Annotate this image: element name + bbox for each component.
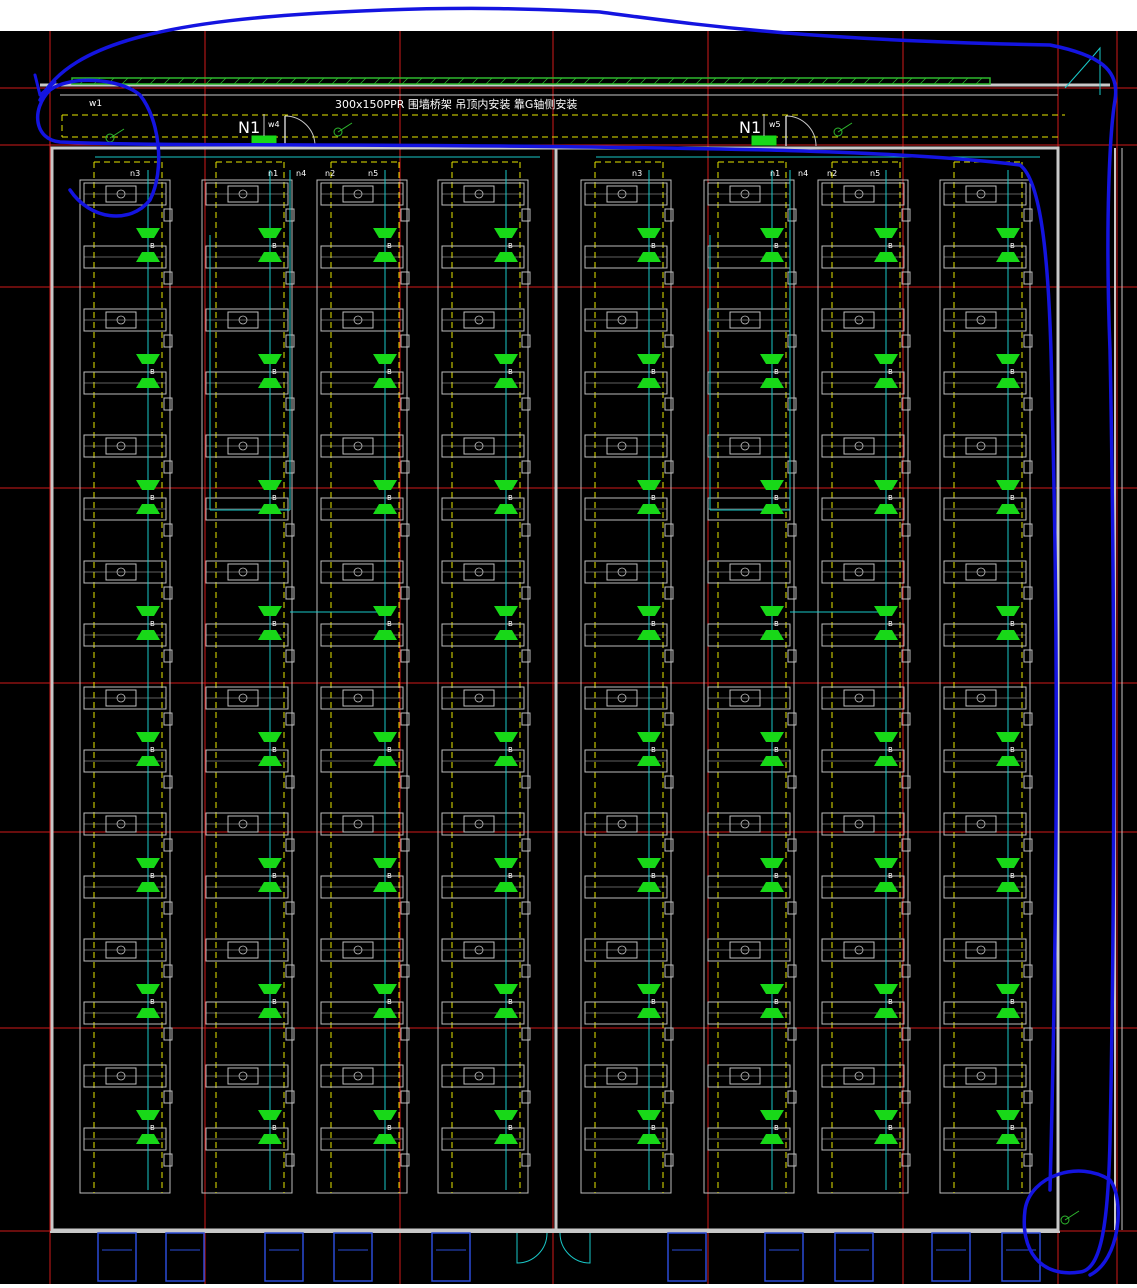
fixture-letter-label: B <box>651 242 656 250</box>
tag-w4: w4 <box>268 120 280 129</box>
cad-drawing-viewport[interactable]: B B B B B B B B B B B B B B B B B B B B B B B B B B B B B B B B B B B B B B B B… <box>0 0 1137 1284</box>
fixture-letter-label: B <box>774 872 779 880</box>
row-tag-west: n1 <box>268 169 278 178</box>
row-tag-east: n4 <box>798 169 808 178</box>
fixture-letter-label: B <box>1010 746 1015 754</box>
fixture-letter-label: B <box>774 494 779 502</box>
row-tag-west: n2 <box>325 169 335 178</box>
fixture-letter-label: B <box>651 494 656 502</box>
fixture-letter-label: B <box>150 620 155 628</box>
fixture-letter-label: B <box>387 1124 392 1132</box>
fixture-letter-label: B <box>774 620 779 628</box>
fixture-letter-label: B <box>1010 368 1015 376</box>
fixture-letter-label: B <box>272 746 277 754</box>
fixture-letter-label: B <box>651 620 656 628</box>
fixture-letter-label: B <box>1010 242 1015 250</box>
fixture-letter-label: B <box>387 620 392 628</box>
fixture-letter-label: B <box>651 368 656 376</box>
fixture-letter-label: B <box>508 746 513 754</box>
fixture-letter-label: B <box>774 746 779 754</box>
fixture-letter-label: B <box>272 242 277 250</box>
fixture-letter-label: B <box>888 872 893 880</box>
fixture-letter-label: B <box>150 872 155 880</box>
fixture-letter-label: B <box>774 368 779 376</box>
row-tag-east: n2 <box>827 169 837 178</box>
fixture-letter-label: B <box>508 620 513 628</box>
tag-w5: w5 <box>769 120 781 129</box>
fixture-letter-label: B <box>651 998 656 1006</box>
fixture-letter-label: B <box>387 998 392 1006</box>
fixture-letter-label: B <box>387 494 392 502</box>
fixture-letter-label: B <box>508 494 513 502</box>
fixture-letter-label: B <box>150 494 155 502</box>
model-space-background <box>0 31 1137 1284</box>
row-tag-west: n5 <box>368 169 378 178</box>
fixture-letter-label: B <box>272 620 277 628</box>
panel-symbol <box>751 135 777 146</box>
fixture-letter-label: B <box>508 998 513 1006</box>
fixture-letter-label: B <box>150 1124 155 1132</box>
fixture-letter-label: B <box>150 242 155 250</box>
fixture-letter-label: B <box>508 368 513 376</box>
row-tag-east: n5 <box>870 169 880 178</box>
fixture-letter-label: B <box>272 494 277 502</box>
top-page-margin <box>0 0 1137 31</box>
fixture-letter-label: B <box>651 1124 656 1132</box>
fixture-letter-label: B <box>272 998 277 1006</box>
row-tag-west: n3 <box>130 169 140 178</box>
fixture-letter-label: B <box>272 368 277 376</box>
fixture-letter-label: B <box>888 746 893 754</box>
fixture-letter-label: B <box>1010 998 1015 1006</box>
floor-plan-canvas: B B B B B B B B B B B B B B B B B B B B B B B B B B B B B B B B B B B B B B B B… <box>0 0 1137 1284</box>
fixture-letter-label: B <box>150 746 155 754</box>
tag-w1: w1 <box>89 99 102 109</box>
fixture-letter-label: B <box>1010 872 1015 880</box>
fixture-letter-label: B <box>387 746 392 754</box>
fixture-letter-label: B <box>888 998 893 1006</box>
fixture-letter-label: B <box>1010 494 1015 502</box>
fixture-letter-label: B <box>774 242 779 250</box>
fixture-letter-label: B <box>774 998 779 1006</box>
fixture-letter-label: B <box>888 242 893 250</box>
fixture-letter-label: B <box>508 872 513 880</box>
fixture-letter-label: B <box>1010 620 1015 628</box>
fixture-letter-label: B <box>774 1124 779 1132</box>
row-tag-east: n1 <box>770 169 780 178</box>
fixture-letter-label: B <box>651 872 656 880</box>
fixture-letter-label: B <box>888 1124 893 1132</box>
fixture-letter-label: B <box>888 620 893 628</box>
fixture-letter-label: B <box>387 872 392 880</box>
row-tag-west: n4 <box>296 169 306 178</box>
fixture-letter-label: B <box>508 1124 513 1132</box>
fixture-letter-label: B <box>651 746 656 754</box>
fixture-letter-label: B <box>150 998 155 1006</box>
fixture-letter-label: B <box>508 242 513 250</box>
fixture-letter-label: B <box>272 872 277 880</box>
fixture-letter-label: B <box>387 242 392 250</box>
panel-label-west: N1 <box>238 118 260 137</box>
panel-label-east: N1 <box>739 118 761 137</box>
fixture-letter-label: B <box>272 1124 277 1132</box>
row-tag-east: n3 <box>632 169 642 178</box>
fixture-letter-label: B <box>150 368 155 376</box>
fixture-letter-label: B <box>387 368 392 376</box>
fixture-letter-label: B <box>1010 1124 1015 1132</box>
fixture-letter-label: B <box>888 494 893 502</box>
fixture-letter-label: B <box>888 368 893 376</box>
header-note: 300x150PPR 围墙桥架 吊顶内安装 靠G轴侧安装 <box>335 97 577 111</box>
